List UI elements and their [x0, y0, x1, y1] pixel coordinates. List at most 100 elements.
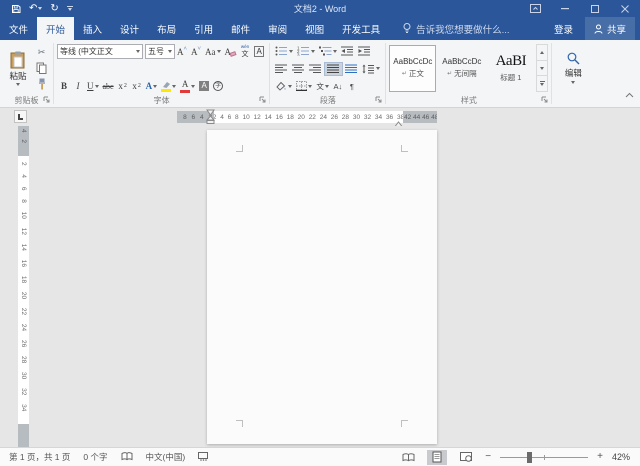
borders-button[interactable]: [294, 79, 314, 93]
tab-file[interactable]: 文件: [0, 17, 37, 40]
bullet-list-icon: [275, 46, 288, 56]
align-center-icon: [292, 64, 305, 73]
tab-layout[interactable]: 布局: [148, 17, 185, 40]
show-hide-marks-button[interactable]: ¶: [345, 79, 359, 93]
font-dialog-launcher-icon[interactable]: [259, 96, 266, 105]
undo-button[interactable]: ↶: [29, 3, 43, 14]
clipboard-dialog-launcher-icon[interactable]: [43, 96, 50, 105]
redo-button[interactable]: ↻: [50, 3, 58, 14]
text-effects-button[interactable]: A: [144, 79, 160, 93]
font-name-combobox[interactable]: 等线 (中文正文: [57, 44, 143, 59]
superscript-button[interactable]: x2: [130, 79, 144, 93]
paste-button[interactable]: 粘贴: [3, 42, 33, 94]
align-left-button[interactable]: [273, 62, 290, 76]
chevron-up-icon: [625, 92, 634, 98]
tab-view[interactable]: 视图: [296, 17, 333, 40]
shrink-font-button[interactable]: A ˅: [189, 45, 203, 59]
sort-button[interactable]: A↓: [331, 79, 345, 93]
character-shading-button[interactable]: A: [197, 79, 211, 93]
tab-home[interactable]: 开始: [37, 17, 75, 40]
bold-button[interactable]: B: [57, 79, 71, 93]
styles-scroll-up-button[interactable]: [537, 45, 548, 61]
lightbulb-icon: [403, 23, 411, 33]
enclose-characters-button[interactable]: 字: [211, 79, 225, 93]
decrease-indent-button[interactable]: [339, 44, 356, 58]
styles-more-button[interactable]: [537, 76, 547, 91]
style-no-spacing[interactable]: AaBbCcDc ↵ 无间隔: [438, 45, 485, 92]
style-normal[interactable]: AaBbCcDc ↵ 正文: [389, 44, 437, 92]
distribute-icon: [345, 64, 358, 73]
zoom-slider-thumb[interactable]: [526, 451, 532, 463]
font-color-button[interactable]: A: [178, 79, 197, 93]
tab-insert[interactable]: 插入: [74, 17, 111, 40]
tab-review[interactable]: 审阅: [259, 17, 296, 40]
zoom-slider[interactable]: [500, 451, 589, 463]
justify-button[interactable]: [324, 61, 344, 76]
tab-design[interactable]: 设计: [111, 17, 148, 40]
change-case-button[interactable]: Aa: [203, 45, 223, 59]
asian-layout-button[interactable]: 文: [314, 79, 331, 93]
print-layout-button[interactable]: [427, 449, 448, 465]
styles-dialog-launcher-icon[interactable]: [541, 96, 548, 105]
editing-button[interactable]: 编辑: [555, 42, 591, 94]
tab-developer[interactable]: 开发工具: [333, 17, 389, 40]
page-number-indicator[interactable]: 第 1 页，共 1 页: [9, 451, 70, 463]
highlight-color-button[interactable]: [159, 79, 178, 93]
tab-stop-selector[interactable]: [14, 110, 27, 123]
subscript-button[interactable]: x2: [116, 79, 130, 93]
tab-references[interactable]: 引用: [185, 17, 222, 40]
style-heading-1[interactable]: AaBI 标题 1: [487, 45, 534, 92]
zoom-in-button[interactable]: +: [597, 452, 603, 462]
italic-button[interactable]: I: [71, 79, 85, 93]
web-layout-button[interactable]: [456, 450, 476, 465]
paragraph-dialog-launcher-icon[interactable]: [375, 96, 382, 105]
grow-font-button[interactable]: A ˄: [175, 45, 189, 59]
zoom-level[interactable]: 42%: [612, 452, 630, 462]
distribute-button[interactable]: [343, 62, 360, 76]
styles-group-label: 样式: [460, 96, 477, 105]
document-page[interactable]: [207, 130, 437, 444]
phonetic-guide-button[interactable]: wén 文: [238, 45, 252, 59]
proofing-status-button[interactable]: [121, 451, 133, 463]
minimize-button[interactable]: [550, 0, 580, 17]
undo-dropdown-icon[interactable]: [38, 7, 43, 10]
shading-button[interactable]: [273, 79, 294, 93]
align-right-button[interactable]: [307, 62, 324, 76]
strikethrough-button[interactable]: abc: [101, 79, 116, 93]
copy-button[interactable]: [34, 61, 49, 75]
share-button[interactable]: 共享: [584, 17, 635, 40]
close-button[interactable]: [610, 0, 640, 17]
styles-scroll-down-button[interactable]: [537, 61, 548, 77]
zoom-out-button[interactable]: −: [485, 452, 491, 462]
ruler-right-margin: 42 44 46 48: [403, 111, 437, 123]
format-painter-button[interactable]: [34, 77, 49, 91]
maximize-button[interactable]: [580, 0, 610, 17]
line-spacing-button[interactable]: [360, 62, 382, 76]
vertical-ruler[interactable]: 4 2 2 4 6 8 10 12 14 16 18 20 22 24 26 2…: [18, 126, 29, 447]
cut-button[interactable]: ✂: [34, 45, 49, 59]
macro-record-button[interactable]: [198, 451, 209, 463]
bullets-button[interactable]: [273, 44, 295, 58]
margin-crop-mark: [236, 145, 243, 152]
borders-icon: [296, 81, 308, 91]
read-mode-button[interactable]: [398, 450, 418, 465]
collapse-ribbon-button[interactable]: [625, 85, 634, 103]
increase-indent-button[interactable]: [356, 44, 373, 58]
numbering-button[interactable]: 123: [295, 44, 317, 58]
underline-button[interactable]: U: [85, 79, 101, 93]
tab-mailings[interactable]: 邮件: [222, 17, 259, 40]
sign-in-button[interactable]: 登录: [554, 22, 573, 36]
save-icon[interactable]: [11, 4, 21, 14]
align-center-button[interactable]: [290, 62, 307, 76]
customize-qat-button[interactable]: [66, 6, 73, 11]
tell-me-box[interactable]: 告诉我您想要做什么...: [403, 17, 510, 40]
paste-dropdown-icon[interactable]: [16, 82, 20, 86]
character-border-button[interactable]: A: [252, 45, 266, 59]
font-size-combobox[interactable]: 五号: [145, 44, 175, 59]
paste-clipboard-icon: [10, 51, 25, 68]
word-count-indicator[interactable]: 0 个字: [83, 451, 107, 463]
clear-formatting-button[interactable]: A: [223, 45, 239, 59]
multilevel-list-button[interactable]: [317, 44, 339, 58]
language-indicator[interactable]: 中文(中国): [146, 451, 186, 463]
ribbon-display-options-button[interactable]: [520, 0, 550, 17]
